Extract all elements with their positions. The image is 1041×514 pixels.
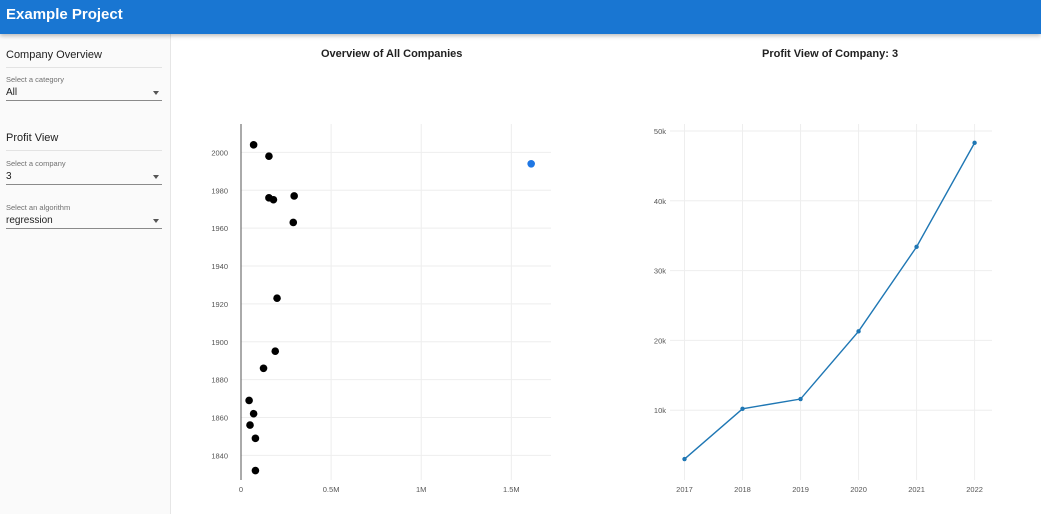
y-tick-label: 1920 xyxy=(211,300,228,309)
x-tick-label: 2021 xyxy=(908,485,925,494)
line-point xyxy=(914,244,919,250)
y-tick-label: 2000 xyxy=(211,148,228,157)
y-tick-label: 1860 xyxy=(211,414,228,423)
x-tick-label: 2017 xyxy=(676,485,693,494)
line-point xyxy=(972,140,977,146)
y-tick-label: 10k xyxy=(654,406,666,415)
scatter-point xyxy=(271,347,280,356)
scatter-point xyxy=(259,364,268,373)
x-tick-label: 2022 xyxy=(966,485,983,494)
y-tick-label: 50k xyxy=(654,127,666,136)
scatter-point xyxy=(245,396,253,405)
scatter-point xyxy=(290,192,298,200)
overview-scatter-chart[interactable]: 1840 1860 1880 1900 1920 1940 1960 1980 2000 0 0.5… xyxy=(0,0,1041,514)
y-tick-label: 20k xyxy=(654,336,666,345)
x-tick-label: 0 xyxy=(239,485,243,494)
x-tick-label: 2019 xyxy=(792,485,809,494)
y-tick-label: 1960 xyxy=(211,224,228,233)
scatter-point xyxy=(249,141,258,149)
app-bar: Example Project xyxy=(0,0,1041,34)
scatter-point xyxy=(265,152,273,160)
scatter-point xyxy=(251,434,260,443)
scatter-point-selected xyxy=(527,159,535,168)
scatter-point xyxy=(269,195,278,204)
y-tick-label: 1840 xyxy=(211,451,228,460)
app-title: Example Project xyxy=(6,6,123,23)
x-tick-label: 2020 xyxy=(850,485,867,494)
x-tick-label: 1M xyxy=(416,485,426,494)
y-tick-label: 1940 xyxy=(211,262,228,271)
x-tick-label: 2018 xyxy=(734,485,751,494)
y-tick-label: 1900 xyxy=(211,338,228,347)
y-tick-label: 40k xyxy=(654,197,666,206)
scatter-point xyxy=(246,421,254,429)
x-tick-label: 0.5M xyxy=(323,485,340,494)
line-point xyxy=(798,396,803,402)
scatter-point xyxy=(273,294,281,303)
y-tick-label: 1880 xyxy=(211,376,228,385)
y-tick-label: 1980 xyxy=(211,186,228,195)
line-point xyxy=(740,406,745,411)
scatter-point xyxy=(251,466,260,475)
x-tick-label: 1.5M xyxy=(503,485,520,494)
scatter-point xyxy=(289,218,298,227)
profit-line xyxy=(684,142,976,460)
y-tick-label: 30k xyxy=(654,267,666,276)
line-point xyxy=(682,456,687,462)
line-point xyxy=(856,329,861,334)
scatter-point xyxy=(249,409,258,418)
